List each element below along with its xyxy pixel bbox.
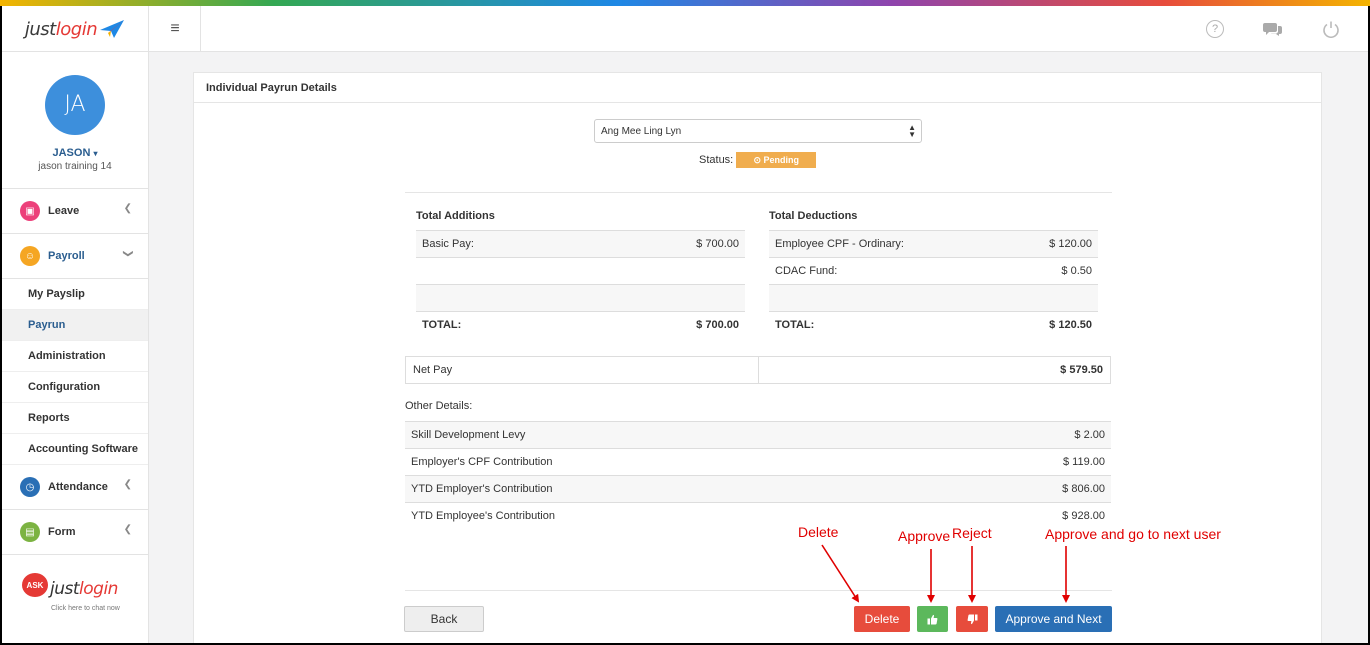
status-row: Status: ⊙ Pending	[699, 152, 817, 168]
approve-and-next-button[interactable]: Approve and Next	[995, 606, 1112, 632]
net-pay-row: Net Pay $ 579.50	[405, 356, 1111, 384]
net-pay-value: $ 579.50	[1060, 364, 1103, 376]
net-pay-label: Net Pay	[406, 357, 759, 383]
thumbs-up-icon	[927, 614, 938, 624]
table-row: Skill Development Levy $ 2.00	[405, 421, 1111, 448]
chevron-left-icon: ❮	[123, 524, 132, 535]
sidebar-item-payroll[interactable]: ☺ Payroll ❮	[2, 234, 148, 279]
paper-plane-icon	[100, 20, 125, 38]
chat-button[interactable]	[1244, 6, 1302, 52]
annotation-approve-next: Approve and go to next user	[1045, 526, 1221, 542]
sidebar-item-reports[interactable]: Reports	[2, 403, 148, 434]
deductions-title: Total Deductions	[769, 210, 858, 222]
payrun-details-panel: Individual Payrun Details Ang Mee Ling L…	[193, 72, 1322, 643]
hamburger-menu-button[interactable]: ≡	[150, 6, 201, 52]
caret-down-icon: ▾	[93, 149, 98, 158]
form-icon: ▤	[20, 522, 40, 542]
additions-title: Total Additions	[416, 210, 495, 222]
table-row: Basic Pay: $ 700.00	[416, 230, 745, 257]
delete-button[interactable]: Delete	[854, 606, 910, 632]
payroll-icon: ☺	[20, 246, 40, 266]
top-icons: ?	[1186, 6, 1360, 52]
sidebar-item-label: Leave	[48, 205, 80, 217]
annotation-approve: Approve	[898, 528, 951, 544]
power-icon	[1323, 21, 1339, 38]
sidebar-item-configuration[interactable]: Configuration	[2, 372, 148, 403]
sidebar-item-payrun[interactable]: Payrun	[2, 310, 148, 341]
table-row	[769, 284, 1098, 311]
clock-icon: ◷	[20, 477, 40, 497]
avatar[interactable]: JA	[45, 75, 105, 135]
logout-button[interactable]	[1302, 6, 1360, 52]
table-row: CDAC Fund: $ 0.50	[769, 257, 1098, 284]
annotation-delete: Delete	[798, 524, 839, 540]
table-row: Employer's CPF Contribution $ 119.00	[405, 448, 1111, 475]
approve-button[interactable]	[917, 606, 948, 632]
sidebar-item-label: Payroll	[48, 250, 85, 262]
additions-table: Total Additions Basic Pay: $ 700.00 TOTAL…	[416, 202, 745, 338]
ask-brand: justlogin	[50, 579, 118, 599]
panel-title: Individual Payrun Details	[194, 73, 1321, 103]
table-row: Employee CPF - Ordinary: $ 120.00	[769, 230, 1098, 257]
help-icon: ?	[1206, 20, 1224, 38]
other-details-label: Other Details:	[405, 400, 473, 412]
back-button[interactable]: Back	[404, 606, 484, 632]
table-row	[416, 284, 745, 311]
reject-button[interactable]	[956, 606, 988, 632]
chevron-down-icon: ❮	[122, 249, 134, 258]
chat-icon	[1263, 23, 1282, 36]
sidebar: JA JASON ▾ jason training 14 ▣ Leave ❮ ☺…	[2, 52, 149, 643]
deductions-total-row: TOTAL: $ 120.50	[769, 311, 1098, 338]
sidebar-item-leave[interactable]: ▣ Leave ❮	[2, 189, 148, 234]
sidebar-item-administration[interactable]: Administration	[2, 341, 148, 372]
deductions-table: Total Deductions Employee CPF - Ordinary…	[769, 202, 1098, 338]
annotation-reject: Reject	[952, 525, 992, 541]
sidebar-item-label: Attendance	[48, 481, 108, 493]
profile-block: JA JASON ▾ jason training 14	[2, 52, 148, 189]
table-row	[416, 257, 745, 284]
sidebar-item-label: Form	[48, 526, 76, 538]
status-badge: ⊙ Pending	[736, 152, 817, 168]
profile-subtitle: jason training 14	[38, 161, 112, 172]
hamburger-icon: ≡	[170, 20, 180, 37]
ask-justlogin-chat[interactable]: ASK justlogin Click here to chat now	[20, 573, 135, 621]
app-window: justlogin ≡ ? JA JASON ▾ jason training …	[0, 0, 1370, 645]
ask-badge: ASK	[22, 573, 48, 597]
chevron-left-icon: ❮	[123, 479, 132, 490]
other-details-table: Skill Development Levy $ 2.00 Employer's …	[405, 421, 1111, 529]
calendar-icon: ▣	[20, 201, 40, 221]
divider	[405, 192, 1112, 193]
sidebar-item-my-payslip[interactable]: My Payslip	[2, 279, 148, 310]
justlogin-logo[interactable]: justlogin	[2, 6, 149, 52]
sidebar-item-attendance[interactable]: ◷ Attendance ❮	[2, 465, 148, 510]
sidebar-item-form[interactable]: ▤ Form ❮	[2, 510, 148, 555]
profile-name-dropdown[interactable]: JASON ▾	[2, 147, 148, 159]
thumbs-down-icon	[967, 614, 977, 624]
table-row: YTD Employee's Contribution $ 928.00	[405, 502, 1111, 529]
ask-subtitle: Click here to chat now	[51, 605, 120, 612]
employee-select-value: Ang Mee Ling Lyn	[601, 125, 682, 137]
additions-total-row: TOTAL: $ 700.00	[416, 311, 745, 338]
select-arrows-icon: ▲ ▼	[908, 123, 916, 139]
help-button[interactable]: ?	[1186, 6, 1244, 52]
status-label: Status:	[699, 154, 734, 166]
table-row: YTD Employer's Contribution $ 806.00	[405, 475, 1111, 502]
divider	[405, 590, 1112, 591]
top-color-strip	[0, 0, 1370, 6]
sidebar-item-accounting-software[interactable]: Accounting Software	[2, 434, 148, 465]
chevron-left-icon: ❮	[123, 203, 132, 214]
logo-text: justlogin	[24, 18, 98, 40]
employee-select[interactable]: Ang Mee Ling Lyn ▲ ▼	[594, 119, 922, 143]
top-bar: justlogin ≡ ?	[2, 6, 1368, 52]
